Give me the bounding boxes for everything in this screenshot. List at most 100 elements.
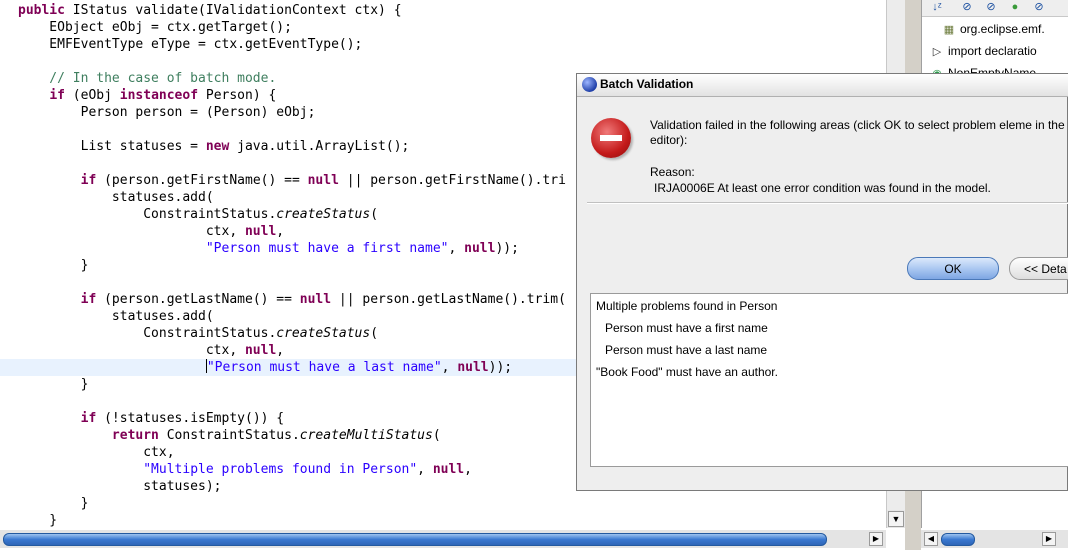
error-message: Validation failed in the following areas… [650,118,1065,147]
code-token: ( [370,207,379,222]
scroll-right-arrow-icon[interactable]: ▶ [869,532,883,546]
code-token: ( [370,326,379,341]
scroll-thumb[interactable] [3,533,827,546]
code-token: null [299,292,332,307]
outline-item[interactable]: ▷ import declaratio [930,41,1037,61]
outline-item-label: import declaratio [948,44,1037,58]
outline-toolbar: ↓ᶻ ⊘ ⊘ ● ⊘ [922,0,1068,17]
code-token: } [18,377,89,392]
expand-triangle-icon: ▷ [932,46,942,58]
hide-fields-icon[interactable]: ⊘ [960,1,974,14]
code-line[interactable]: List statuses = new java.util.ArrayList(… [0,138,410,155]
hide-local-types-icon[interactable]: ⊘ [1032,1,1046,14]
ok-button[interactable]: OK [907,257,999,280]
code-line[interactable]: ctx, null, [0,223,284,240]
code-token: , [441,360,458,375]
code-token: "Person must have a last name" [206,360,442,375]
code-token: ctx, [18,343,245,358]
scroll-down-arrow-icon[interactable]: ▼ [888,511,904,527]
code-token: public [18,3,65,18]
code-token: statuses.add( [18,309,214,324]
code-line[interactable] [0,155,18,172]
code-line[interactable] [0,121,18,138]
code-line[interactable] [0,393,18,410]
code-token: null [307,173,339,188]
hide-static-icon[interactable]: ⊘ [984,1,998,14]
code-line[interactable]: "Person must have a first name", null)); [0,240,519,257]
code-token: ctx, [18,445,175,460]
code-token: , [276,343,285,358]
code-line[interactable]: if (person.getFirstName() == null || per… [0,172,566,189]
code-line[interactable]: Person person = (Person) eObj; [0,104,316,121]
app-icon [582,77,597,92]
code-line[interactable]: ctx, [0,444,175,461]
dialog-title-bar[interactable]: Batch Validation [577,74,1068,97]
code-token: null [457,360,489,375]
code-token: // In the case of batch mode. [18,71,277,86]
editor-horizontal-scrollbar[interactable]: ▶ [0,530,886,548]
code-line[interactable] [0,53,18,70]
code-line[interactable]: "Multiple problems found in Person", nul… [0,461,472,478]
error-icon [591,118,631,158]
code-token: (!statuses.isEmpty()) { [96,411,285,426]
code-line[interactable]: if (!statuses.isEmpty()) { [0,410,285,427]
code-line[interactable]: EObject eObj = ctx.getTarget(); [0,19,292,36]
outline-horizontal-scrollbar[interactable]: ◀ ▶ [921,530,1068,548]
code-token: null [244,224,277,239]
code-line[interactable]: ConstraintStatus.createStatus( [0,325,378,342]
scroll-right-arrow-icon[interactable]: ▶ [1042,532,1056,546]
code-token: } [18,496,89,511]
code-line[interactable]: EMFEventType eType = ctx.getEventType(); [0,36,362,53]
detail-item[interactable]: Person must have a first name [605,317,768,339]
code-token: , [417,462,433,477]
hide-nonpublic-icon[interactable]: ● [1008,1,1022,14]
code-token: (eObj [64,88,120,103]
code-token: if [80,292,97,307]
dialog-title: Batch Validation [600,77,694,91]
code-line[interactable] [0,274,18,291]
code-token: List statuses = [18,139,206,154]
code-token: , [448,241,465,256]
separator [587,202,1068,204]
reason-text: IRJA0006E At least one error condition w… [654,181,991,195]
code-line[interactable]: public IStatus validate(IValidationConte… [0,2,402,19]
code-token: "Person must have a first name" [205,241,449,256]
code-token: return [111,428,159,443]
outline-item[interactable]: ▦ org.eclipse.emf. [942,19,1045,39]
code-line[interactable]: } [0,495,89,512]
code-token: ( [432,428,441,443]
scroll-left-arrow-icon[interactable]: ◀ [924,532,938,546]
batch-validation-dialog: Batch Validation Validation failed in th… [576,73,1068,491]
detail-item[interactable]: Multiple problems found in Person [596,295,777,317]
code-token: createStatus [276,326,371,341]
code-token: (person.getFirstName() == [96,173,308,188]
details-toggle-button[interactable]: << Deta [1009,257,1068,280]
code-line[interactable]: statuses.add( [0,308,214,325]
sort-az-icon[interactable]: ↓ᶻ [930,1,944,14]
code-token: } [18,513,58,528]
code-line[interactable]: // In the case of batch mode. [0,70,276,87]
code-token: statuses.add( [18,190,214,205]
code-line[interactable]: } [0,376,89,393]
detail-item[interactable]: Person must have a last name [605,339,767,361]
code-line[interactable]: statuses.add( [0,189,214,206]
code-token: )); [488,360,513,375]
code-line[interactable]: if (person.getLastName() == null || pers… [0,291,566,308]
code-line[interactable]: statuses); [0,478,221,495]
code-line[interactable]: return ConstraintStatus.createMultiStatu… [0,427,441,444]
scroll-thumb[interactable] [941,533,975,546]
code-token: (person.getLastName() == [96,292,300,307]
code-token: EMFEventType eType = ctx.getEventType(); [18,37,363,52]
code-line[interactable]: ctx, null, [0,342,284,359]
code-token: , [276,224,285,239]
code-line[interactable]: ConstraintStatus.createStatus( [0,206,378,223]
detail-item[interactable]: "Book Food" must have an author. [596,361,778,383]
details-list[interactable]: Multiple problems found in Person Person … [590,293,1068,467]
code-line[interactable]: if (eObj instanceof Person) { [0,87,276,104]
code-line[interactable]: } [0,512,57,528]
code-line[interactable]: } [0,257,89,274]
